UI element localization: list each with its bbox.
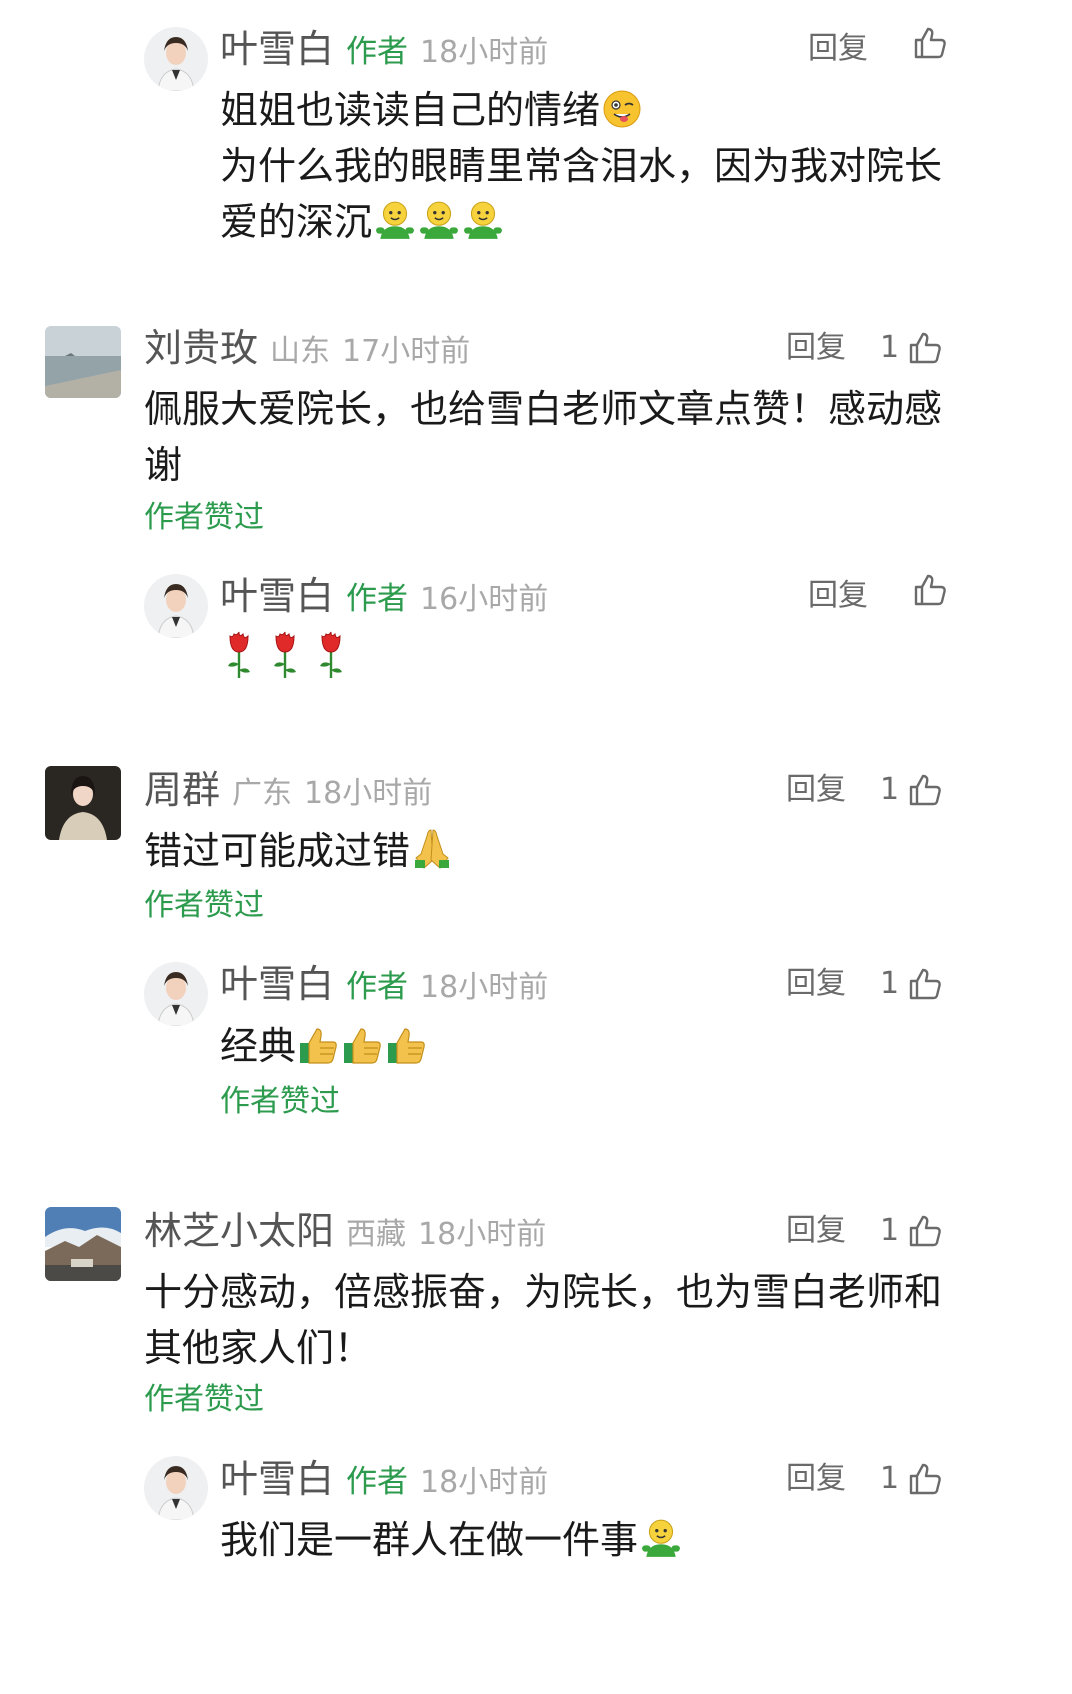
avatar[interactable] <box>144 1456 208 1520</box>
author-tag: 作者 <box>346 34 409 70</box>
timestamp: 18小时前 <box>420 970 549 1005</box>
comment-text: 十分感动，倍感振奋，为院长，也为雪白老师和 其他家人们！ <box>144 1270 943 1370</box>
reply-button[interactable]: 回复 <box>808 572 868 620</box>
like-button[interactable]: 1 <box>880 766 943 814</box>
avatar[interactable] <box>45 1207 121 1281</box>
author-liked-label: 作者赞过 <box>220 1084 340 1119</box>
author-tag: 作者 <box>346 969 409 1005</box>
comment-author[interactable]: 叶雪白 作者 18小时前 <box>220 960 548 1012</box>
wink-tongue-emoji <box>602 89 642 129</box>
timestamp: 18小时前 <box>420 35 549 70</box>
timestamp: 16小时前 <box>420 582 549 617</box>
like-button[interactable]: 1 <box>880 1455 943 1503</box>
location: 广东 <box>232 776 293 811</box>
thumb-up-icon <box>907 966 943 1002</box>
avatar[interactable] <box>144 27 208 91</box>
reply-button[interactable]: 回复 <box>808 25 868 73</box>
like-button[interactable]: 1 <box>880 324 943 372</box>
timestamp: 18小时前 <box>304 776 433 811</box>
avatar[interactable] <box>45 766 121 840</box>
reply-button[interactable]: 回复 <box>786 324 846 372</box>
like-button[interactable] <box>904 25 948 61</box>
comment-author[interactable]: 叶雪白 作者 18小时前 <box>220 25 548 77</box>
comment-author[interactable]: 周群 广东 18小时前 <box>144 766 432 818</box>
author-tag: 作者 <box>346 581 409 617</box>
thumbs-up-emoji <box>298 1025 340 1065</box>
author-tag: 作者 <box>346 1464 409 1500</box>
avatar[interactable] <box>45 326 121 398</box>
timestamp: 18小时前 <box>420 1465 549 1500</box>
thumb-up-icon <box>912 572 948 608</box>
reply-button[interactable]: 回复 <box>786 766 846 814</box>
rose-emoji <box>270 630 300 680</box>
avatar[interactable] <box>144 574 208 638</box>
like-count: 1 <box>880 330 900 365</box>
reply-button[interactable]: 回复 <box>786 1455 846 1503</box>
comment-text: 错过可能成过错 <box>144 823 984 879</box>
thumb-up-icon <box>907 330 943 366</box>
green-man-emoji <box>374 199 416 241</box>
like-button[interactable]: 1 <box>880 1207 943 1255</box>
comment-author[interactable]: 叶雪白 作者 18小时前 <box>220 1455 548 1507</box>
like-count: 1 <box>880 1213 900 1248</box>
green-man-emoji <box>418 199 460 241</box>
rose-emoji <box>224 630 254 680</box>
comment-text: 经典 <box>220 1018 980 1074</box>
author-liked-label: 作者赞过 <box>144 500 264 535</box>
timestamp: 17小时前 <box>342 334 471 369</box>
thumbs-up-emoji <box>386 1025 428 1065</box>
rose-emoji <box>316 630 346 680</box>
avatar[interactable] <box>144 962 208 1026</box>
green-man-emoji <box>640 1517 682 1559</box>
like-button[interactable] <box>904 572 948 608</box>
thumb-up-icon <box>907 1461 943 1497</box>
location: 山东 <box>270 334 331 369</box>
comment-text: 我们是一群人在做一件事 <box>220 1512 980 1568</box>
thumb-up-icon <box>912 25 948 61</box>
praying-hands-emoji <box>412 826 452 870</box>
comment-text <box>222 630 346 689</box>
like-count: 1 <box>880 772 900 807</box>
author-liked-label: 作者赞过 <box>144 1382 264 1417</box>
author-liked-label: 作者赞过 <box>144 888 264 923</box>
comment-author[interactable]: 林芝小太阳 西藏 18小时前 <box>144 1207 546 1259</box>
like-count: 1 <box>880 1461 900 1496</box>
comment-text: 姐姐也读读自己的情绪 为什么我的眼睛里常含泪水，因为我对院长 爱的深沉 <box>220 88 943 244</box>
comment-text: 佩服大爱院长，也给雪白老师文章点赞！感动感 谢 <box>144 387 943 487</box>
timestamp: 18小时前 <box>418 1217 547 1252</box>
reply-button[interactable]: 回复 <box>786 960 846 1008</box>
like-count: 1 <box>880 966 900 1001</box>
like-button[interactable]: 1 <box>880 960 943 1008</box>
thumb-up-icon <box>907 772 943 808</box>
thumb-up-icon <box>907 1213 943 1249</box>
thumbs-up-emoji <box>342 1025 384 1065</box>
reply-button[interactable]: 回复 <box>786 1207 846 1255</box>
comment-author[interactable]: 刘贵玫 山东 17小时前 <box>144 324 470 376</box>
green-man-emoji <box>462 199 504 241</box>
location: 西藏 <box>346 1217 407 1252</box>
comment-author[interactable]: 叶雪白 作者 16小时前 <box>220 572 548 624</box>
